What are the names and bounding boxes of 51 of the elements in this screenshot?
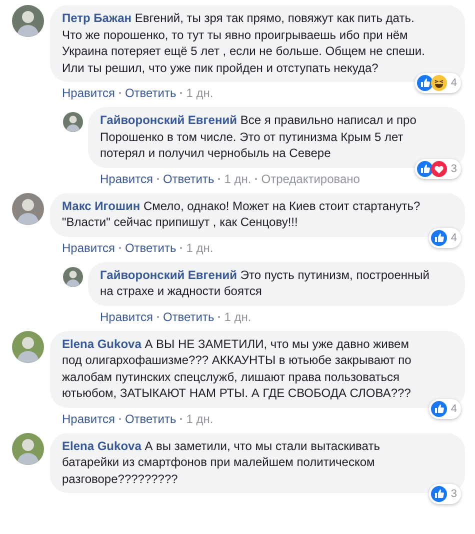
separator-dot: [218, 316, 220, 318]
reply-link[interactable]: Ответить: [124, 86, 176, 100]
separator-dot: [118, 92, 121, 94]
reaction-count: 3: [450, 162, 457, 174]
like-link[interactable]: Нравится: [100, 310, 153, 324]
separator-dot: [118, 418, 121, 420]
separator-dot: [255, 178, 258, 180]
avatar[interactable]: [63, 112, 83, 132]
separator-dot: [118, 246, 121, 248]
author-link[interactable]: Петр Бажан: [62, 11, 132, 25]
like-link[interactable]: Нравится: [62, 240, 115, 254]
separator-dot: [218, 178, 220, 180]
separator-dot: [180, 418, 182, 420]
thumbs-up-icon: [416, 160, 433, 176]
comment-text: Гайворонский Евгений Это пусть путинизм, построенный на страхе и жадности боятся: [100, 266, 430, 300]
separator-dot: [156, 178, 159, 180]
avatar[interactable]: [12, 432, 44, 464]
comment-text: Петр Бажан Евгений, ты зря так прямо, повяжут как пить дать. Что же порошенко, то тут ты явно проигрываешь ибо при нём Украина потеряет ещё 5 лет , если не больше. Общем не спеши. Или ты решил, что уже пик пройден и отступать некуда?: [62, 10, 426, 76]
author-link[interactable]: Макс Игошин: [62, 198, 140, 212]
reaction-count: 4: [450, 232, 457, 244]
reaction-count: 4: [450, 77, 457, 89]
avatar[interactable]: [12, 5, 44, 37]
separator-dot: [180, 246, 182, 248]
avatar[interactable]: [12, 192, 44, 224]
comment-text: Elena Gukova А ВЫ НЕ ЗАМЕТИЛИ, что мы уже давно живем под олигархофашизме??? АККАУНТЫ в ютьюбе закрывают по жалобам путинских спецслужб, лишают права пользоваться ютьюбом, ЗАТЫКАЮТ НАМ РТЫ. А ГДЕ СВОБОДА СЛОВА???: [62, 336, 412, 402]
reply-link[interactable]: Ответить: [124, 240, 176, 254]
reaction-count: 3: [450, 488, 457, 500]
comment-text: Elena Gukova А вы заметили, что мы стали вытаскивать батарейки из смартфонов при малейшем политическом разговоре?????????: [62, 438, 381, 487]
reply-link[interactable]: Ответить: [162, 172, 214, 186]
author-link[interactable]: Elena Gukova: [62, 438, 142, 452]
thumbs-up-icon: [430, 230, 447, 246]
separator-dot: [180, 92, 182, 94]
like-link[interactable]: Нравится: [62, 412, 115, 426]
thumbs-up-icon: [430, 486, 447, 502]
comment-text: Макс Игошин Смело, однако! Может на Киев стоит стартануть? "Власти" сейчас припишут , как Сенцову!!!: [62, 198, 422, 230]
reply-link[interactable]: Ответить: [162, 310, 214, 324]
reaction-count: 4: [450, 402, 457, 414]
thumbs-up-icon: [416, 75, 433, 91]
separator-dot: [156, 316, 159, 318]
author-link[interactable]: Гайворонский Евгений: [100, 268, 237, 282]
like-link[interactable]: Нравится: [62, 86, 115, 100]
edited-label: Отредактировано: [261, 172, 360, 186]
avatar[interactable]: [12, 330, 44, 362]
avatar[interactable]: [63, 266, 83, 286]
thumbs-up-icon: [430, 400, 447, 416]
reply-link[interactable]: Ответить: [124, 412, 176, 426]
author-link[interactable]: Elena Gukova: [62, 336, 142, 350]
author-link[interactable]: Гайворонский Евгений: [100, 113, 237, 127]
like-link[interactable]: Нравится: [100, 172, 153, 186]
comment-text: Гайворонский Евгений Все я правильно написал и про Порошенко в том числе. Это от путинизма Крым 5 лет потерял и получил чернобыль на Севере: [100, 112, 418, 162]
laughing-face-icon: [430, 75, 447, 91]
